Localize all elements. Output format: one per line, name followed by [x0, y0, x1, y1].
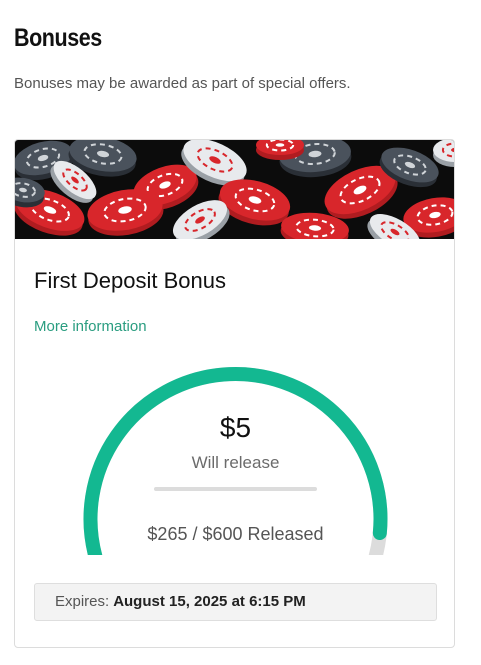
poker-chip: [433, 140, 454, 167]
bonus-card: First Deposit Bonus More information $5 …: [14, 139, 455, 648]
expires-label: Expires:: [55, 593, 110, 610]
released-progress-text: $265 / $600 Released: [147, 524, 324, 544]
poker-chip: [256, 140, 304, 160]
bonus-title: First Deposit Bonus: [34, 268, 226, 293]
page-title: Bonuses: [14, 24, 102, 52]
expiry-box: Expires: August 15, 2025 at 6:15 PM: [34, 583, 437, 621]
more-information-link[interactable]: More information: [34, 318, 147, 335]
release-amount: $5: [219, 412, 252, 443]
page-subtitle: Bonuses may be awarded as part of specia…: [14, 75, 351, 92]
bonus-banner-image: [15, 140, 454, 239]
gauge-divider: [154, 487, 317, 491]
release-amount-label: Will release: [191, 453, 280, 472]
expires-date: August 15, 2025 at 6:15 PM: [113, 593, 306, 610]
